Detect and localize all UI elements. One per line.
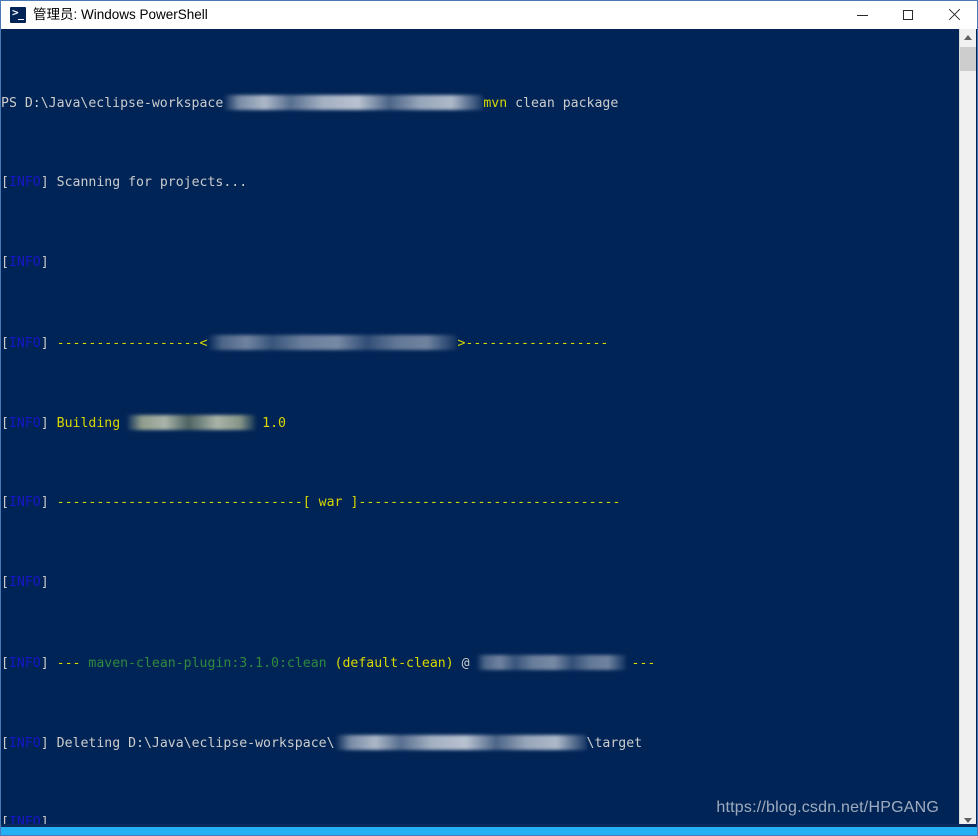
separator-right: >------------------ [457, 336, 609, 351]
info-close: ] [40, 736, 49, 751]
sp [49, 736, 57, 751]
info-label: INFO [8, 255, 41, 270]
at-symbol: @ [461, 656, 470, 671]
info-close: ] [40, 575, 49, 590]
prompt-path: PS D:\Java\eclipse-workspace [1, 96, 224, 111]
title-bar-left: 管理员: Windows PowerShell [1, 6, 839, 23]
minimize-button[interactable] [839, 1, 885, 29]
command-keyword: mvn [483, 96, 508, 111]
info-open: [ [1, 336, 9, 351]
console-lines: PS D:\Java\eclipse-workspace mvn clean pa… [1, 31, 961, 829]
info-label: INFO [8, 575, 41, 590]
info-label: INFO [8, 336, 41, 351]
sp [49, 175, 57, 190]
info-label: INFO [8, 656, 41, 671]
info-open: [ [1, 656, 9, 671]
scroll-up-arrow-icon [964, 35, 972, 40]
minimize-icon [856, 14, 868, 16]
info-label: INFO [8, 416, 41, 431]
scroll-thumb[interactable] [960, 47, 976, 71]
sep-war-text: war [318, 495, 343, 510]
line-text: Scanning for projects... [56, 175, 248, 190]
vertical-scrollbar[interactable] [959, 29, 976, 829]
console-line-prompt-command: PS D:\Java\eclipse-workspace mvn clean pa… [1, 95, 961, 111]
info-close: ] [40, 416, 49, 431]
redacted-block [475, 655, 626, 670]
info-open: [ [1, 416, 9, 431]
title-bar[interactable]: 管理员: Windows PowerShell [1, 1, 977, 29]
dashes: --- [631, 656, 656, 671]
console-line: [INFO] [1, 575, 961, 591]
info-close: ] [40, 336, 49, 351]
sp [49, 416, 57, 431]
command-args: clean package [515, 96, 619, 111]
scroll-up-button[interactable] [960, 29, 976, 46]
console-line: [INFO] [1, 255, 961, 271]
console-output-area[interactable]: PS D:\Java\eclipse-workspace mvn clean pa… [1, 29, 961, 829]
separator-left: ------------------< [56, 336, 208, 351]
info-label: INFO [8, 495, 41, 510]
sep-war-right: ]--------------------------------- [350, 495, 621, 510]
console-line: [INFO] Scanning for projects... [1, 175, 961, 191]
line-text: Deleting D:\Java\eclipse-workspace\ [56, 736, 335, 751]
redacted-block [334, 735, 587, 750]
building-label: Building [56, 416, 121, 431]
sp [49, 495, 57, 510]
sp [49, 656, 57, 671]
info-label: INFO [8, 736, 41, 751]
console-line: [INFO] -------------------------------[ … [1, 495, 961, 511]
powershell-window: 管理员: Windows PowerShell PS D:\Java\eclip… [0, 0, 978, 836]
console-line: [INFO] --- maven-clean-plugin:3.1.0:clea… [1, 655, 961, 671]
path-suffix: \target [586, 736, 643, 751]
sep-war-left: -------------------------------[ [56, 495, 311, 510]
info-close: ] [40, 656, 49, 671]
info-open: [ [1, 495, 9, 510]
info-close: ] [40, 495, 49, 510]
redacted-block [207, 335, 458, 350]
console-line: [INFO] Building 1.0 [1, 415, 961, 431]
sp [311, 495, 319, 510]
maximize-button[interactable] [885, 1, 931, 29]
sp [327, 656, 335, 671]
redacted-block [126, 415, 257, 430]
close-button[interactable] [931, 1, 977, 29]
info-open: [ [1, 736, 9, 751]
info-open: [ [1, 575, 9, 590]
info-label: INFO [8, 175, 41, 190]
dashes: --- [56, 656, 81, 671]
console-line: [INFO] ------------------< >-------------… [1, 335, 961, 351]
console-line: [INFO] Deleting D:\Java\eclipse-workspac… [1, 735, 961, 751]
info-close: ] [40, 175, 49, 190]
info-open: [ [1, 175, 9, 190]
info-open: [ [1, 255, 9, 270]
plugin-name: maven-clean-plugin:3.1.0:clean [88, 656, 327, 671]
scroll-down-arrow-icon [964, 818, 972, 823]
powershell-icon [10, 6, 26, 23]
close-icon [948, 9, 960, 21]
taskbar[interactable] [1, 827, 977, 835]
info-close: ] [40, 255, 49, 270]
command-space [507, 96, 515, 111]
maximize-icon [903, 10, 913, 20]
sp [49, 336, 57, 351]
sp [454, 656, 462, 671]
redacted-block [223, 95, 484, 110]
building-version: 1.0 [262, 416, 286, 431]
plugin-exec: (default-clean) [334, 656, 454, 671]
window-title: 管理员: Windows PowerShell [33, 7, 208, 23]
window-controls [839, 1, 977, 29]
watermark-text: https://blog.csdn.net/HPGANG [716, 799, 939, 816]
